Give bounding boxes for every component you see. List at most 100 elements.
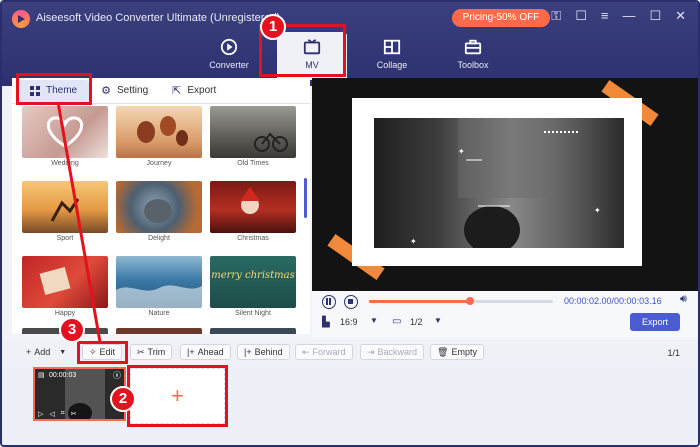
theme-thumb-partial[interactable] [116, 328, 202, 334]
cat-icon [144, 199, 172, 223]
theme-panel: Theme ⚙ Setting ⇱ Export Wedding Journey… [12, 78, 310, 334]
theme-thumb-partial[interactable] [210, 328, 296, 334]
app-title: Aiseesoft Video Converter Ultimate (Unre… [36, 12, 281, 24]
clip-time: 00:00:03 [49, 372, 77, 379]
svg-text:✦: ✦ [458, 147, 465, 156]
scissors-icon[interactable]: ✂ [71, 410, 77, 418]
stop-icon[interactable] [344, 295, 358, 309]
theme-thumb-happy[interactable] [22, 256, 108, 308]
chevron-down-icon[interactable]: ▼ [434, 316, 442, 325]
trim-button[interactable]: ✂ Trim [130, 344, 173, 360]
behind-icon: |+ [244, 347, 252, 357]
player-controls: 00:00:02.00/00:00:03.16 🔊︎ ▙ 16:9 ▼ ▭ 1/… [312, 291, 698, 337]
export-icon: ⇱ [172, 85, 182, 97]
tab-export[interactable]: ⇱ Export [160, 80, 228, 102]
chat-icon[interactable]: ☐ [575, 8, 587, 24]
trim-label: Trim [147, 347, 166, 357]
key-icon[interactable]: ⚿ [551, 8, 561, 24]
theme-thumb-journey[interactable] [116, 106, 202, 158]
menu-icon[interactable]: ≡ [601, 8, 609, 24]
theme-label-old-times: Old Times [237, 160, 269, 167]
theme-thumb-delight[interactable] [116, 181, 202, 233]
monitor-icon: ▭ [392, 316, 402, 327]
empty-label: Empty [451, 347, 477, 357]
minimize-icon[interactable]: — [622, 8, 635, 24]
heart-icon [46, 116, 84, 148]
volume-icon[interactable]: 🔊︎ [680, 293, 687, 306]
theme-label-wedding: Wedding [51, 160, 79, 167]
theme-thumb-nature[interactable] [116, 256, 202, 308]
trash-icon: 🗑︎ [437, 346, 449, 357]
backward-icon: ⇥ [367, 346, 375, 357]
forward-button[interactable]: ⇤ Forward [295, 344, 353, 360]
ahead-icon: |+ [187, 347, 195, 357]
backward-label: Backward [377, 347, 418, 357]
title-bar: Aiseesoft Video Converter Ultimate (Unre… [2, 2, 698, 86]
wave-icon [116, 285, 202, 308]
add-label: Add [34, 347, 51, 357]
backward-button[interactable]: ⇥ Backward [360, 344, 425, 360]
pricing-button[interactable]: Pricing-50% OFF [452, 9, 550, 27]
aspect-icon: ▙ [322, 317, 330, 328]
theme-scrollbar[interactable] [304, 178, 307, 218]
clip-count: 1/1 [667, 348, 680, 358]
play-icon[interactable]: ▷ [38, 410, 43, 418]
theme-thumb-sport[interactable] [22, 181, 108, 233]
tab-setting-label: Setting [117, 85, 149, 96]
nav-converter[interactable]: Converter [194, 32, 264, 80]
progress-knob[interactable] [466, 297, 475, 305]
svg-text:✦: ✦ [594, 206, 601, 215]
progress-fill [369, 300, 471, 303]
nav-converter-label: Converter [209, 60, 249, 70]
ahead-button[interactable]: |+ Ahead [180, 344, 231, 360]
svg-text:✦: ✦ [410, 237, 417, 246]
theme-thumb-christmas[interactable] [210, 181, 296, 233]
nav-collage[interactable]: Collage [357, 32, 427, 80]
theme-label-delight: Delight [148, 235, 170, 242]
behind-button[interactable]: |+ Behind [237, 344, 290, 360]
maximize-icon[interactable]: ☐ [649, 8, 661, 24]
main-nav: Converter MV Collage Toolbox [2, 32, 698, 82]
time-readout: 00:00:02.00/00:00:03.16 [564, 296, 662, 306]
theme-label-silent-night: Silent Night [235, 310, 271, 317]
toolbox-icon [464, 39, 482, 55]
app-window: Aiseesoft Video Converter Ultimate (Unre… [0, 0, 700, 447]
progress-bar[interactable] [369, 297, 553, 305]
app-logo-icon [12, 10, 30, 28]
timeline: ▤ 00:00:03 ⓧ ▷ ◁ ⌗ ✂ + [2, 364, 698, 445]
nav-collage-label: Collage [376, 60, 408, 70]
video-preview: ✦ ✦ ✦ [312, 78, 698, 291]
gear-icon: ⚙ [101, 85, 111, 97]
close-icon[interactable]: ✕ [675, 8, 686, 24]
plus-icon: + [26, 347, 32, 357]
empty-button[interactable]: 🗑︎ Empty [430, 344, 484, 360]
add-button[interactable]: + Add ▼ [20, 344, 72, 360]
preview-frame: ✦ ✦ ✦ [352, 98, 642, 266]
page-indicator[interactable]: 1/2 [410, 317, 423, 327]
chevron-down-icon[interactable]: ▼ [370, 316, 378, 325]
tab-setting[interactable]: ⚙ Setting [89, 80, 160, 102]
film-icon: ▤ [38, 372, 45, 379]
behind-label: Behind [254, 347, 283, 357]
forward-icon: ⇤ [302, 346, 310, 357]
converter-icon [220, 38, 238, 56]
theme-thumb-old-times[interactable] [210, 106, 296, 158]
volume-icon[interactable]: ◁ [49, 410, 54, 418]
theme-thumb-wedding[interactable] [22, 106, 108, 158]
export-button[interactable]: Export [630, 313, 680, 331]
callout-badge-3: 3 [59, 317, 85, 343]
chevron-down-icon: ▼ [59, 348, 67, 356]
collage-icon [383, 39, 401, 55]
pause-icon[interactable] [322, 295, 336, 309]
theme-thumb-silent-night[interactable]: merry christmas [210, 256, 296, 308]
preview-figure: ✦ ✦ ✦ [410, 118, 601, 254]
ahead-label: Ahead [197, 347, 224, 357]
callout-badge-1: 1 [260, 14, 286, 40]
crop-icon[interactable]: ⌗ [61, 410, 65, 418]
theme-label-sport: Sport [56, 235, 74, 242]
close-icon[interactable]: ⓧ [113, 370, 121, 381]
christmas-thumb-text: merry christmas [211, 270, 295, 281]
theme-label-christmas: Christmas [237, 235, 269, 242]
aspect-ratio[interactable]: 16:9 [340, 317, 358, 327]
nav-toolbox[interactable]: Toolbox [438, 32, 508, 80]
